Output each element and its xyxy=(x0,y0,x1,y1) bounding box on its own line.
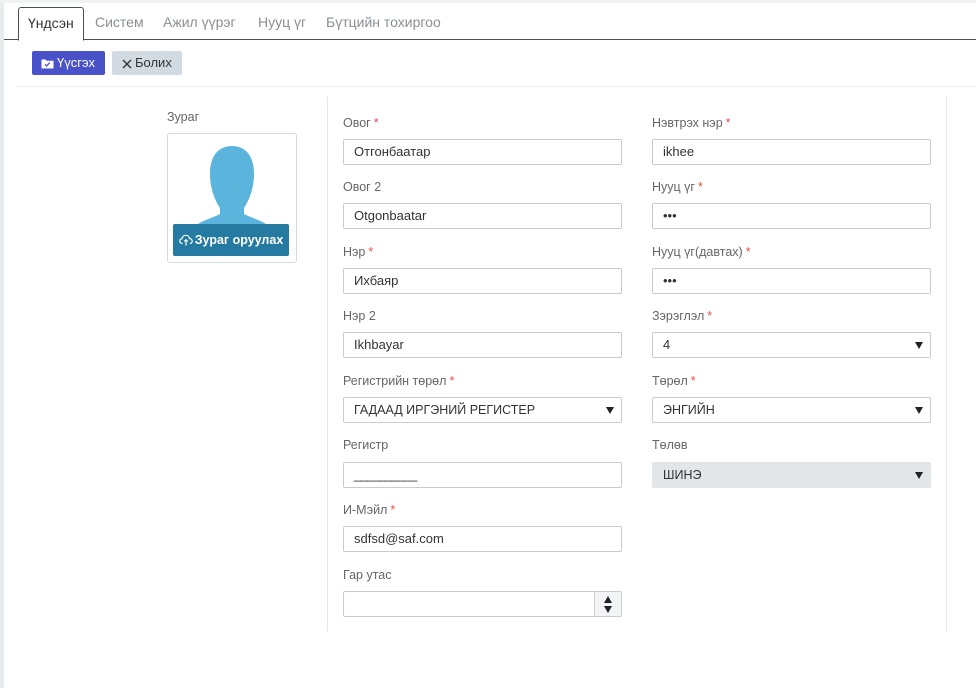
type-value: ЭНГИЙН xyxy=(663,403,715,417)
password-repeat-label: Нууц үг(давтах) * xyxy=(652,245,751,259)
cancel-button[interactable]: Болих xyxy=(112,51,182,75)
surname2-input[interactable]: Otgonbaatar xyxy=(343,203,622,229)
required-marker: * xyxy=(707,309,713,323)
cancel-button-label: Болих xyxy=(135,55,172,70)
surname2-label: Овог 2 xyxy=(343,180,382,194)
rank-label: Зэрэглэл * xyxy=(652,309,713,323)
cloud-upload-icon xyxy=(178,234,193,246)
required-marker: * xyxy=(373,116,379,130)
required-marker: * xyxy=(390,503,396,517)
status-label: Төлөв xyxy=(652,438,688,452)
dropdown-arrow-icon xyxy=(915,407,923,414)
number-spinner[interactable] xyxy=(594,592,621,616)
name2-label: Нэр 2 xyxy=(343,309,376,323)
register-label: Регистр xyxy=(343,438,389,452)
name2-input[interactable]: Ikhbayar xyxy=(343,332,622,358)
mobile-input[interactable] xyxy=(343,591,622,617)
window-left-edge xyxy=(0,0,4,688)
tab-password[interactable]: Нууц үг xyxy=(249,7,315,40)
required-marker: * xyxy=(449,374,455,388)
tab-job-role[interactable]: Ажил үүрэг xyxy=(154,7,245,40)
photo-box: Зураг оруулах xyxy=(167,133,297,263)
password-label: Нууц үг * xyxy=(652,180,703,194)
name-label: Нэр * xyxy=(343,245,374,259)
tab-basic[interactable]: Үндсэн xyxy=(18,7,84,41)
type-select[interactable]: ЭНГИЙН xyxy=(652,397,931,423)
close-icon xyxy=(122,59,132,69)
required-marker: * xyxy=(745,245,751,259)
register-input[interactable]: __________ xyxy=(343,462,622,488)
toolbar-divider xyxy=(16,86,976,87)
required-marker: * xyxy=(725,116,731,130)
dropdown-arrow-icon xyxy=(606,407,614,414)
create-button[interactable]: Үүсгэх xyxy=(32,51,105,75)
status-value: ШИНЭ xyxy=(663,468,702,482)
required-marker: * xyxy=(690,374,696,388)
status-select[interactable]: ШИНЭ xyxy=(652,462,931,488)
reg-type-select[interactable]: ГАДААД ИРГЭНИЙ РЕГИСТЕР xyxy=(343,397,622,423)
username-input[interactable]: ikhee xyxy=(652,139,931,165)
rank-select[interactable]: 4 xyxy=(652,332,931,358)
spin-down-icon[interactable] xyxy=(604,606,612,613)
surname-input[interactable]: Отгонбаатар xyxy=(343,139,622,165)
name-input[interactable]: Ихбаяр xyxy=(343,268,622,294)
password-repeat-input[interactable]: ••• xyxy=(652,268,931,294)
username-label: Нэвтрэх нэр * xyxy=(652,116,731,130)
tab-system[interactable]: Систем xyxy=(86,7,153,40)
password-input[interactable]: ••• xyxy=(652,203,931,229)
folder-icon xyxy=(41,59,54,69)
window-top-edge xyxy=(0,0,976,3)
spin-up-icon[interactable] xyxy=(604,596,612,603)
photo-label: Зураг xyxy=(167,110,200,124)
tab-structure-settings[interactable]: Бүтцийн тохиргоо xyxy=(317,7,450,40)
surname-label: Овог * xyxy=(343,116,379,130)
register-value: __________ xyxy=(354,467,417,482)
tab-bar: Үндсэн Систем Ажил үүрэг Нууц үг Бүтцийн… xyxy=(4,7,976,41)
upload-photo-label: Зураг оруулах xyxy=(194,233,284,247)
form-left-divider xyxy=(327,97,328,631)
type-label: Төрөл * xyxy=(652,374,696,388)
rank-value: 4 xyxy=(663,337,671,352)
upload-photo-button[interactable]: Зураг оруулах xyxy=(173,224,289,256)
dropdown-arrow-icon xyxy=(915,472,923,479)
required-marker: * xyxy=(368,245,374,259)
email-input[interactable]: sdfsd@saf.com xyxy=(343,526,622,552)
required-marker: * xyxy=(697,180,703,194)
form-right-divider xyxy=(946,97,947,631)
reg-type-label: Регистрийн төрөл * xyxy=(343,374,455,388)
reg-type-value: ГАДААД ИРГЭНИЙ РЕГИСТЕР xyxy=(354,403,536,417)
create-button-label: Үүсгэх xyxy=(57,55,95,70)
email-label: И-Мэйл * xyxy=(343,503,396,517)
dropdown-arrow-icon xyxy=(915,342,923,349)
mobile-label: Гар утас xyxy=(343,568,392,582)
